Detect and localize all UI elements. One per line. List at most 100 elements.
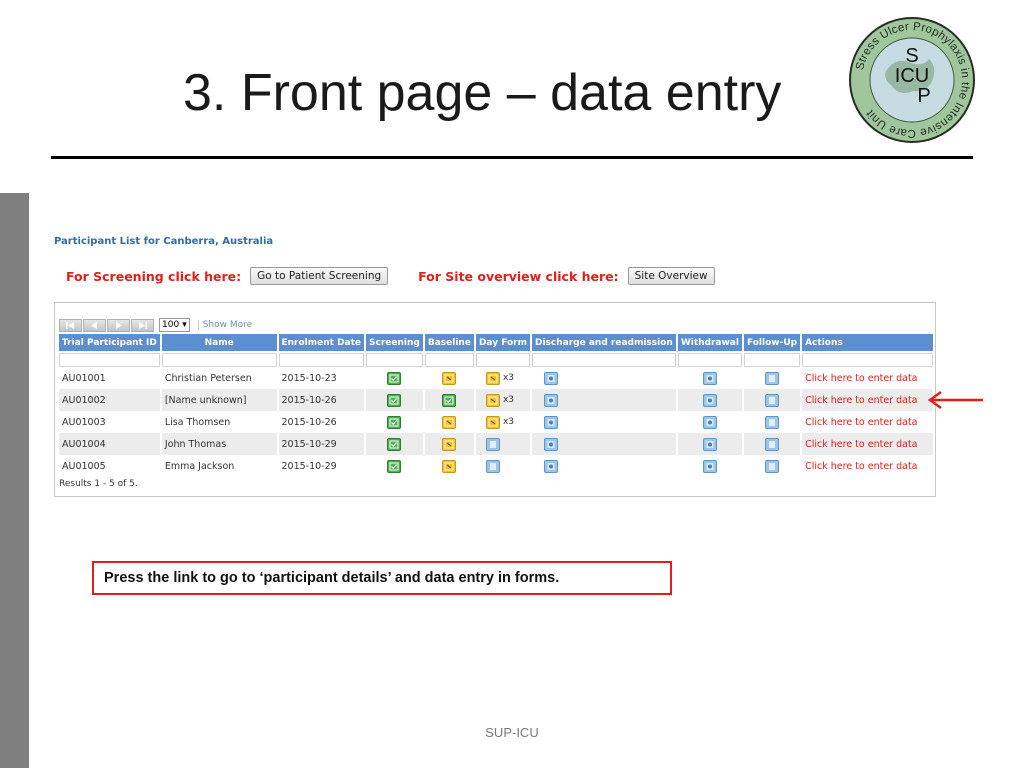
- filter-input[interactable]: [677, 353, 742, 367]
- enter-data-link[interactable]: Click here to enter data: [805, 439, 917, 450]
- complete-icon[interactable]: [442, 393, 457, 407]
- screening-cell: [366, 389, 423, 411]
- col-discharge-readmission[interactable]: Discharge and readmission: [532, 334, 676, 353]
- participant-name-cell: Christian Petersen: [164, 372, 252, 384]
- enter-data-link[interactable]: Click here to enter data: [805, 373, 917, 384]
- col-screening[interactable]: Screening: [366, 334, 423, 353]
- enter-data-link[interactable]: Click here to enter data: [805, 395, 917, 406]
- actions-cell: Click here to enter data: [802, 411, 933, 433]
- form-icon[interactable]: [702, 459, 717, 473]
- col-trial-participant-id[interactable]: Trial Participant ID: [59, 334, 160, 353]
- last-page-icon[interactable]: [131, 318, 154, 332]
- show-more-link[interactable]: Show More: [197, 320, 252, 330]
- filter-input[interactable]: [161, 353, 277, 367]
- complete-icon[interactable]: [387, 415, 402, 429]
- baseline-cell: [424, 433, 474, 455]
- slide-left-bar: [0, 193, 29, 768]
- go-to-patient-screening-button[interactable]: Go to Patient Screening: [250, 267, 389, 285]
- col-baseline[interactable]: Baseline: [424, 334, 474, 353]
- form-icon[interactable]: [544, 459, 558, 473]
- withdrawal-cell: [677, 389, 742, 411]
- participant-id-cell: AU01003: [62, 416, 106, 428]
- form-icon[interactable]: [702, 415, 717, 429]
- prev-page-icon[interactable]: [83, 318, 106, 332]
- title-divider: [51, 156, 973, 159]
- discharge-cell: [532, 367, 676, 389]
- edit-icon[interactable]: [485, 415, 500, 429]
- actions-cell: Click here to enter data: [802, 367, 933, 389]
- participant-list-title: Participant List for Canberra, Australia: [54, 236, 274, 247]
- page-size-select[interactable]: 100 ▾: [159, 318, 190, 332]
- complete-icon[interactable]: [387, 459, 402, 473]
- complete-icon[interactable]: [387, 371, 402, 385]
- complete-icon[interactable]: [387, 393, 402, 407]
- table-header-row: Trial Participant ID Name Enrolment Date…: [59, 334, 933, 353]
- edit-icon[interactable]: [485, 393, 500, 407]
- followup-cell: [743, 433, 801, 455]
- col-withdrawal[interactable]: Withdrawal: [677, 334, 742, 353]
- filter-input[interactable]: [532, 353, 676, 367]
- actions-cell: Click here to enter data: [802, 433, 933, 455]
- edit-icon[interactable]: [442, 371, 457, 385]
- blank-form-icon[interactable]: [765, 437, 780, 451]
- col-follow-up[interactable]: Follow-Up: [743, 334, 801, 353]
- action-links-row: For Screening click here: Go to Patient …: [66, 267, 715, 285]
- form-icon[interactable]: [702, 371, 717, 385]
- enter-data-link[interactable]: Click here to enter data: [805, 461, 917, 472]
- filter-input[interactable]: [424, 353, 474, 367]
- col-enrolment-date[interactable]: Enrolment Date: [278, 334, 365, 353]
- filter-input[interactable]: [743, 353, 801, 367]
- blank-form-icon[interactable]: [765, 459, 780, 473]
- actions-cell: Click here to enter data: [802, 389, 933, 411]
- dayform-cell: [476, 455, 530, 477]
- instruction-callout: Press the link to go to ‘participant det…: [92, 561, 672, 595]
- edit-icon[interactable]: [485, 371, 500, 385]
- screening-cell: [366, 455, 423, 477]
- filter-input[interactable]: [278, 353, 365, 367]
- complete-icon[interactable]: [387, 437, 402, 451]
- baseline-cell: [425, 455, 474, 477]
- discharge-cell: [532, 411, 676, 433]
- table-row: AU01003 Lisa Thomsen 2015-10-26 x3 Click her…: [59, 411, 933, 433]
- blank-form-icon[interactable]: [765, 415, 780, 429]
- form-icon[interactable]: [544, 371, 558, 385]
- edit-icon[interactable]: [442, 459, 457, 473]
- form-icon[interactable]: [702, 437, 717, 451]
- col-day-form[interactable]: Day Form: [475, 334, 530, 353]
- next-page-icon[interactable]: [107, 318, 130, 332]
- day-form-count: x3: [502, 395, 514, 405]
- followup-cell: [744, 367, 800, 389]
- filter-input[interactable]: [59, 353, 160, 367]
- col-actions[interactable]: Actions: [802, 334, 933, 353]
- site-overview-button[interactable]: Site Overview: [627, 267, 715, 285]
- form-icon[interactable]: [544, 437, 558, 451]
- red-arrow-icon: [927, 390, 983, 410]
- sup-icu-logo: Stress Ulcer Prophylaxis in the Intensiv…: [849, 17, 975, 143]
- screening-label: For Screening click here:: [66, 268, 242, 284]
- blank-form-icon[interactable]: [485, 459, 500, 473]
- followup-cell: [744, 455, 800, 477]
- screening-cell: [366, 433, 423, 455]
- filter-input[interactable]: [475, 353, 530, 367]
- table-row: AU01004 John Thomas 2015-10-29 Click here t…: [59, 433, 933, 455]
- first-page-icon[interactable]: [59, 318, 82, 332]
- table-row: AU01001 Christian Petersen 2015-10-23 x3 Cli…: [59, 367, 933, 389]
- edit-icon[interactable]: [442, 437, 457, 451]
- screening-cell: [366, 411, 423, 433]
- form-icon[interactable]: [702, 393, 717, 407]
- form-icon[interactable]: [544, 415, 558, 429]
- filter-input[interactable]: [802, 353, 933, 367]
- form-icon[interactable]: [544, 393, 558, 407]
- participant-name-cell: John Thomas: [161, 433, 277, 455]
- blank-form-icon[interactable]: [765, 393, 780, 407]
- blank-form-icon[interactable]: [765, 371, 780, 385]
- participant-grid: 100 ▾ Show More Trial Participant ID Nam…: [54, 302, 936, 497]
- enrolment-date-cell: 2015-10-29: [278, 433, 365, 455]
- filter-input[interactable]: [366, 353, 423, 367]
- edit-icon[interactable]: [442, 415, 457, 429]
- baseline-cell: [425, 367, 474, 389]
- enter-data-link[interactable]: Click here to enter data: [805, 417, 917, 428]
- col-name[interactable]: Name: [161, 334, 277, 353]
- enrolment-date-cell: 2015-10-29: [281, 460, 337, 472]
- blank-form-icon[interactable]: [485, 437, 500, 451]
